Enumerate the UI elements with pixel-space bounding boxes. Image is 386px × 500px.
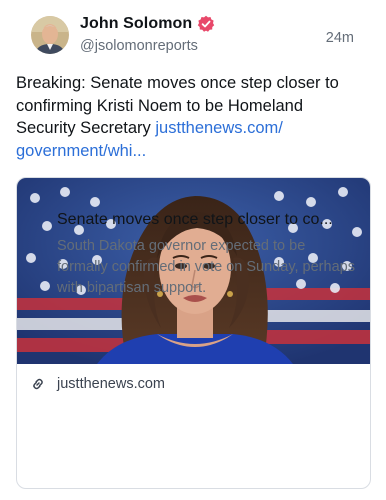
link-domain: justthenews.com [57,376,165,392]
author-handle[interactable]: @jsolomonreports [80,38,198,54]
post-text: Breaking: Senate moves once step closer … [16,72,366,162]
link-icon [31,377,45,391]
link-domain-row: justthenews.com [31,376,165,392]
avatar[interactable] [31,16,69,54]
post-card[interactable]: John Solomon @jsolomonreports 24m Breaki… [0,0,386,500]
link-preview-card[interactable]: justthenews.com Senate moves once step c… [16,177,371,489]
verified-badge-icon [197,15,215,33]
post-header: John Solomon @jsolomonreports 24m [16,0,370,64]
post-timestamp[interactable]: 24m [326,30,354,46]
link-title[interactable]: Senate moves once step closer to co... [57,211,362,229]
link-description: South Dakota governor expected to be for… [57,238,355,296]
author-name-row[interactable]: John Solomon [80,15,215,33]
author-display-name[interactable]: John Solomon [80,15,192,33]
